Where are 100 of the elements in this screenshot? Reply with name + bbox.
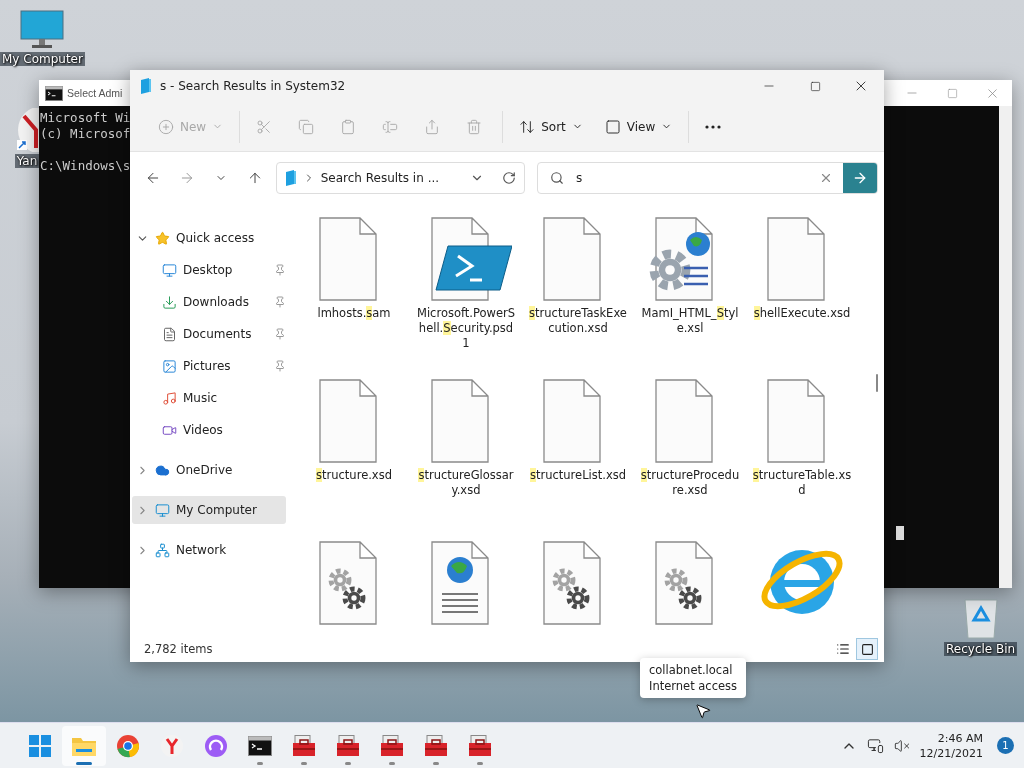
address-text: Search Results in ... — [320, 171, 441, 185]
assistant-logo-icon — [204, 733, 228, 758]
more-icon — [705, 124, 722, 129]
running-indicator — [301, 761, 307, 765]
refresh-icon[interactable] — [502, 171, 516, 185]
clipboard-icon — [340, 118, 357, 135]
file-name[interactable]: MamI_HTML_Style.xsl — [640, 306, 740, 336]
search-field[interactable]: s — [537, 162, 878, 194]
monitor-icon — [155, 502, 170, 518]
nav-label: Downloads — [183, 295, 250, 309]
address-bar[interactable]: Search Results in ... — [275, 162, 525, 194]
window-title: s - Search Results in System32 — [160, 79, 346, 93]
nav-item[interactable]: Quick access — [132, 224, 286, 252]
clock-time: 2:46 AM — [937, 730, 983, 746]
file-name[interactable]: lmhosts.sam — [304, 306, 404, 321]
running-indicator — [433, 761, 439, 765]
nav-item[interactable]: Downloads — [132, 288, 286, 316]
rename-icon — [382, 118, 399, 135]
nav-item[interactable]: OneDrive — [132, 456, 286, 484]
music-icon — [162, 390, 177, 406]
star-icon — [155, 230, 170, 246]
nav-label: Music — [183, 391, 219, 405]
search-icon — [550, 171, 564, 185]
item-count: 2,782 items — [144, 642, 214, 656]
scissors-icon — [256, 118, 273, 135]
network-icon[interactable] — [866, 737, 884, 754]
nav-item[interactable]: Videos — [132, 416, 286, 444]
document-icon — [162, 326, 177, 342]
clear-icon[interactable] — [819, 171, 833, 185]
nav-label: Desktop — [183, 263, 234, 277]
toolbar-button[interactable]: View — [596, 110, 681, 143]
share-icon — [424, 118, 441, 135]
desktop-icon-label[interactable]: Yan — [14, 154, 40, 168]
cloud-icon — [155, 462, 170, 478]
list-icon — [836, 642, 850, 656]
plus-icon — [158, 118, 174, 135]
nav-label: OneDrive — [176, 463, 234, 477]
mouse-pointer-icon — [694, 702, 712, 720]
toolbox-icon — [468, 734, 492, 757]
console-prompt: C:\Windows\s — [40, 158, 131, 174]
scrollbar-thumb[interactable] — [876, 374, 878, 392]
nav-label: Pictures — [183, 359, 232, 373]
folder-icon — [284, 170, 297, 186]
nav-label: Documents — [183, 327, 253, 341]
running-indicator — [257, 761, 263, 765]
file-name[interactable]: structureProcedure.xsd — [640, 468, 740, 498]
search-input[interactable]: s — [574, 170, 809, 186]
desktop-icon-label[interactable]: My Computer — [0, 52, 85, 66]
toolbox-icon — [380, 734, 404, 757]
notification-badge[interactable]: 1 — [997, 737, 1014, 754]
running-indicator — [76, 761, 92, 765]
console-line: (c) Microsof — [40, 126, 131, 142]
nav-label: Videos — [183, 423, 224, 437]
sort-icon — [519, 118, 536, 135]
network-icon — [155, 542, 170, 558]
monitor-icon — [162, 262, 177, 278]
nav-item[interactable]: Documents — [132, 320, 286, 348]
icons-view-button[interactable] — [856, 638, 878, 660]
window-title: Select Admi — [67, 87, 123, 99]
toolbox-icon — [424, 734, 448, 757]
volume-muted-icon[interactable] — [893, 737, 910, 754]
image-icon — [162, 358, 177, 374]
toolbox-icon — [292, 734, 316, 757]
running-indicator — [389, 761, 395, 765]
nav-item[interactable]: Desktop — [132, 256, 286, 284]
terminal-icon — [45, 85, 63, 101]
text-cursor — [896, 526, 904, 540]
nav-item[interactable]: Pictures — [132, 352, 286, 380]
file-name[interactable]: structureGlossary.xsd — [416, 468, 516, 498]
file-name[interactable]: shellExecute.xsd — [752, 306, 852, 321]
search-go-button[interactable] — [843, 163, 877, 193]
nav-item[interactable]: Music — [132, 384, 286, 412]
file-name[interactable]: Microsoft.PowerShell.Security.psd1 — [416, 306, 516, 351]
nav-label: Quick access — [176, 231, 256, 245]
clock-date: 12/21/2021 — [919, 745, 983, 761]
download-icon — [162, 294, 177, 310]
copy-icon — [298, 118, 315, 135]
nav-label: My Computer — [176, 503, 258, 517]
tooltip-line: collabnet.local — [649, 662, 734, 678]
terminal-icon — [248, 735, 272, 756]
toolbox-icon — [336, 734, 360, 757]
trash-icon — [466, 118, 483, 135]
browser-logo-icon — [116, 733, 140, 758]
file-name[interactable]: structureTaskExecution.xsd — [528, 306, 628, 336]
square-icon — [860, 642, 874, 656]
nav-item[interactable]: Network — [132, 536, 286, 564]
nav-item[interactable]: My Computer — [132, 496, 286, 524]
clock[interactable]: 2:46 AM 12/21/2021 — [919, 730, 983, 761]
file-name[interactable]: structureTable.xsd — [752, 468, 852, 498]
windows-logo-icon — [29, 734, 51, 757]
desktop-icon-label[interactable]: Recycle Bin — [944, 642, 1018, 656]
running-indicator — [345, 761, 351, 765]
maximize-icon — [946, 87, 958, 99]
file-name[interactable]: structure.xsd — [304, 468, 404, 483]
monitor-icon — [20, 10, 65, 50]
toolbar-button[interactable]: Sort — [511, 110, 591, 143]
maximize-icon — [809, 80, 821, 92]
file-name[interactable]: structureList.xsd — [528, 468, 628, 483]
tooltip-line: Internet access — [649, 678, 738, 694]
nav-label: Network — [176, 543, 228, 557]
